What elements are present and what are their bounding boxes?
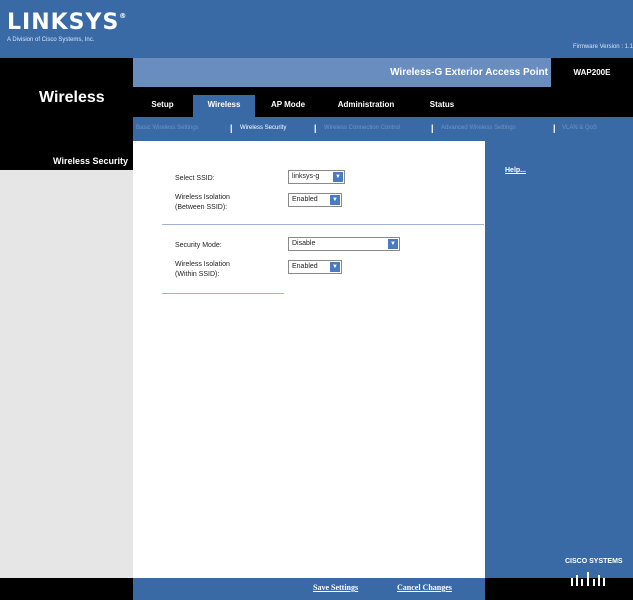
left-footer <box>0 578 133 600</box>
subtab-advanced-wireless-settings[interactable]: Advanced Wireless Settings <box>441 117 516 141</box>
product-name: Wireless-G Exterior Access Point <box>390 67 548 78</box>
save-settings-button[interactable]: Save Settings <box>313 583 358 592</box>
chevron-down-icon: ▼ <box>388 239 398 249</box>
logo-tagline: A Division of Cisco Systems, Inc. <box>7 37 95 43</box>
chevron-down-icon: ▼ <box>330 262 340 272</box>
isolation-within-label: Wireless Isolation (Within SSID): <box>175 260 230 280</box>
select-ssid-value: linksys-g <box>292 173 320 180</box>
cisco-logo-icon <box>571 572 605 586</box>
sidebar-heading: Wireless Security <box>53 156 128 166</box>
isolation-within-label-line-2: (Within SSID): <box>175 271 220 278</box>
linksys-logo: LINKSYS® <box>7 10 128 35</box>
security-mode-label: Security Mode: <box>175 242 222 249</box>
subtab-vlan-qos[interactable]: VLAN & QoS <box>562 117 597 141</box>
isolation-within-label-line-1: Wireless Isolation <box>175 261 230 268</box>
subtab-separator: | <box>553 123 556 133</box>
isolation-between-label-line-1: Wireless Isolation <box>175 194 230 201</box>
tab-status[interactable]: Status <box>418 95 466 117</box>
left-sidebar <box>0 170 133 578</box>
tab-setup[interactable]: Setup <box>140 95 185 117</box>
subtab-wireless-security[interactable]: Wireless Security <box>240 117 286 141</box>
isolation-between-label: Wireless Isolation (Between SSID): <box>175 193 230 213</box>
isolation-within-value: Enabled <box>292 263 318 270</box>
security-mode-value: Disable <box>292 240 316 247</box>
subtab-basic-wireless-settings[interactable]: Basic Wireless Settings <box>136 117 199 141</box>
select-ssid-dropdown[interactable]: linksys-g ▼ <box>288 170 345 184</box>
chevron-down-icon: ▼ <box>330 195 340 205</box>
section-title: Wireless <box>39 89 105 106</box>
help-link[interactable]: Help... <box>505 167 526 174</box>
chevron-down-icon: ▼ <box>333 172 343 182</box>
security-mode-dropdown[interactable]: Disable ▼ <box>288 237 400 251</box>
subtab-separator: | <box>230 123 233 133</box>
left-spacer <box>0 141 133 152</box>
help-panel <box>485 141 633 578</box>
divider <box>162 224 484 225</box>
select-ssid-label: Select SSID: <box>175 175 215 182</box>
isolation-between-label-line-2: (Between SSID): <box>175 204 228 211</box>
cisco-systems-label: CISCO SYSTEMS <box>565 558 623 565</box>
cancel-changes-button[interactable]: Cancel Changes <box>397 583 452 592</box>
isolation-within-dropdown[interactable]: Enabled ▼ <box>288 260 342 274</box>
isolation-between-value: Enabled <box>292 196 318 203</box>
firmware-version: Firmware Version : 1.1 <box>572 44 633 50</box>
tab-administration[interactable]: Administration <box>322 95 410 117</box>
tab-wireless[interactable]: Wireless <box>193 95 255 117</box>
subtab-wireless-connection-control[interactable]: Wireless Connection Control <box>324 117 400 141</box>
tab-ap-mode[interactable]: AP Mode <box>262 95 314 117</box>
model-number: WAP200E <box>551 58 633 87</box>
isolation-between-dropdown[interactable]: Enabled ▼ <box>288 193 342 207</box>
subtab-separator: | <box>431 123 434 133</box>
divider <box>162 293 284 294</box>
subtab-separator: | <box>314 123 317 133</box>
